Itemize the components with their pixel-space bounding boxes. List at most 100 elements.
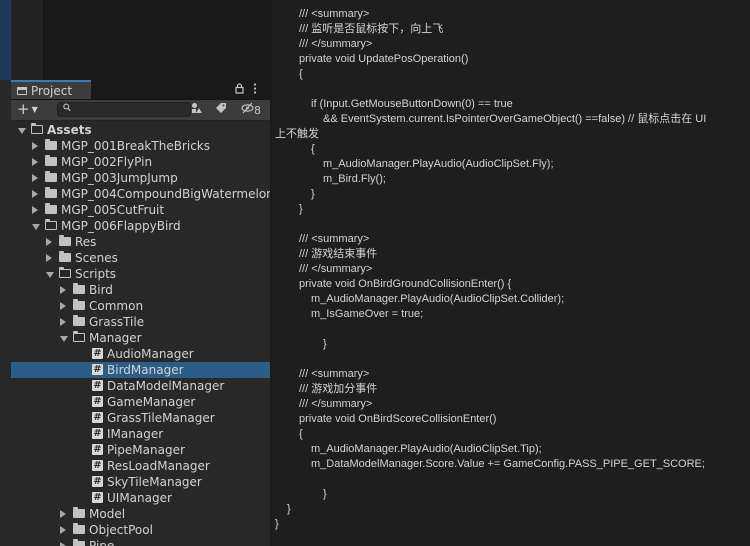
tree-item-label: MGP_002FlyPin bbox=[61, 155, 153, 169]
tree-item-label: DataModelManager bbox=[107, 379, 225, 393]
search-input[interactable] bbox=[74, 103, 184, 116]
folder-item[interactable]: Pipe bbox=[11, 538, 270, 546]
csharp-script-icon: # bbox=[92, 396, 103, 407]
scene-view-edge bbox=[0, 0, 11, 80]
script-item[interactable]: # GrassTileManager bbox=[11, 410, 270, 426]
folder-icon bbox=[45, 155, 57, 166]
expand-arrow-down-icon[interactable] bbox=[18, 128, 26, 134]
folder-open-icon bbox=[72, 330, 85, 342]
expand-arrow-right-icon[interactable] bbox=[60, 526, 66, 534]
csharp-script-icon: # bbox=[92, 348, 103, 359]
scene-view-area[interactable] bbox=[0, 0, 270, 80]
folder-item[interactable]: MGP_001BreakTheBricks bbox=[11, 138, 270, 154]
tree-item-label: GrassTileManager bbox=[107, 411, 215, 425]
folder-item[interactable]: ObjectPool bbox=[11, 522, 270, 538]
folder-item[interactable]: MGP_006FlappyBird bbox=[11, 218, 270, 234]
folder-item[interactable]: GrassTile bbox=[11, 314, 270, 330]
tree-item-label: MGP_004CompoundBigWatermelon bbox=[61, 187, 270, 201]
lock-icon[interactable] bbox=[235, 83, 244, 97]
code-line: if (Input.GetMouseButtonDown(0) == true bbox=[311, 98, 513, 110]
expand-arrow-right-icon[interactable] bbox=[60, 510, 66, 518]
csharp-script-icon: # bbox=[92, 428, 103, 439]
folder-icon bbox=[45, 171, 57, 182]
csharp-script-icon: # bbox=[92, 380, 103, 391]
expand-arrow-right-icon[interactable] bbox=[60, 286, 66, 294]
folder-item[interactable]: Res bbox=[11, 234, 270, 250]
script-item[interactable]: # UIManager bbox=[11, 490, 270, 506]
expand-arrow-down-icon[interactable] bbox=[60, 336, 68, 342]
eye-slash-icon bbox=[241, 102, 254, 114]
tree-item-label: Model bbox=[89, 507, 126, 521]
tree-item-label: ResLoadManager bbox=[107, 459, 210, 473]
expand-arrow-right-icon[interactable] bbox=[32, 158, 38, 166]
code-line: } bbox=[311, 188, 315, 200]
kebab-menu-icon[interactable] bbox=[253, 83, 257, 97]
folder-item[interactable]: MGP_005CutFruit bbox=[11, 202, 270, 218]
tree-item-label: MGP_001BreakTheBricks bbox=[61, 139, 210, 153]
script-item[interactable]: # DataModelManager bbox=[11, 378, 270, 394]
code-editor[interactable]: /// <summary> /// 监听是否鼠标按下，向上飞 /// </summa… bbox=[272, 0, 750, 546]
code-line: { bbox=[311, 143, 315, 155]
folder-item[interactable]: Scripts bbox=[11, 266, 270, 282]
expand-arrow-right-icon[interactable] bbox=[32, 190, 38, 198]
expand-arrow-right-icon[interactable] bbox=[32, 206, 38, 214]
search-by-label-icon[interactable] bbox=[215, 102, 227, 118]
folder-icon bbox=[45, 187, 57, 198]
folder-item[interactable]: Common bbox=[11, 298, 270, 314]
expand-arrow-down-icon[interactable] bbox=[32, 224, 40, 230]
script-item[interactable]: # BirdManager bbox=[11, 362, 270, 378]
code-line: /// <summary> bbox=[299, 8, 370, 20]
search-box[interactable] bbox=[57, 102, 191, 117]
script-item[interactable]: # ResLoadManager bbox=[11, 458, 270, 474]
expand-arrow-right-icon[interactable] bbox=[46, 254, 52, 262]
folder-open-icon bbox=[44, 218, 57, 230]
csharp-script-icon: # bbox=[92, 476, 103, 487]
expand-arrow-right-icon[interactable] bbox=[46, 238, 52, 246]
folder-item[interactable]: Model bbox=[11, 506, 270, 522]
tree-item-label: PipeManager bbox=[107, 443, 185, 457]
csharp-script-icon: # bbox=[92, 460, 103, 471]
tree-item-label: ObjectPool bbox=[89, 523, 153, 537]
dropdown-arrow-icon: ▼ bbox=[31, 105, 38, 114]
tree-item-label: MGP_006FlappyBird bbox=[61, 219, 181, 233]
folder-item[interactable]: MGP_003JumpJump bbox=[11, 170, 270, 186]
folder-item[interactable]: Scenes bbox=[11, 250, 270, 266]
script-item[interactable]: # IManager bbox=[11, 426, 270, 442]
folder-item[interactable]: Assets bbox=[11, 122, 270, 138]
expand-arrow-right-icon[interactable] bbox=[60, 542, 66, 546]
folder-item[interactable]: Bird bbox=[11, 282, 270, 298]
folder-open-icon bbox=[30, 122, 43, 134]
code-line: private void OnBirdGroundCollisionEnter(… bbox=[299, 278, 512, 290]
tab-project[interactable]: Project bbox=[11, 80, 91, 99]
csharp-script-icon: # bbox=[92, 412, 103, 423]
code-line: /// </summary> bbox=[299, 263, 373, 275]
folder-icon bbox=[73, 283, 85, 294]
script-item[interactable]: # SkyTileManager bbox=[11, 474, 270, 490]
expand-arrow-right-icon[interactable] bbox=[60, 318, 66, 326]
folder-icon bbox=[45, 203, 57, 214]
code-line: } bbox=[275, 518, 279, 530]
csharp-script-icon: # bbox=[92, 364, 103, 375]
code-line: m_IsGameOver = true; bbox=[311, 308, 424, 320]
tree-item-label: AudioManager bbox=[107, 347, 194, 361]
tree-item-label: Bird bbox=[89, 283, 113, 297]
expand-arrow-right-icon[interactable] bbox=[32, 142, 38, 150]
tree-item-label: IManager bbox=[107, 427, 164, 441]
script-item[interactable]: # GameManager bbox=[11, 394, 270, 410]
folder-icon bbox=[45, 139, 57, 150]
folder-item[interactable]: Manager bbox=[11, 330, 270, 346]
expand-arrow-down-icon[interactable] bbox=[46, 272, 54, 278]
hidden-packages-toggle[interactable]: 8 bbox=[241, 102, 261, 118]
folder-icon bbox=[59, 251, 71, 262]
search-by-type-icon[interactable] bbox=[191, 102, 203, 118]
expand-arrow-right-icon[interactable] bbox=[32, 174, 38, 182]
folder-item[interactable]: MGP_002FlyPin bbox=[11, 154, 270, 170]
tree-item-label: MGP_003JumpJump bbox=[61, 171, 178, 185]
create-asset-button[interactable]: + ▼ bbox=[17, 100, 38, 120]
script-item[interactable]: # AudioManager bbox=[11, 346, 270, 362]
tree-item-label: SkyTileManager bbox=[107, 475, 202, 489]
tree-item-label: MGP_005CutFruit bbox=[61, 203, 165, 217]
expand-arrow-right-icon[interactable] bbox=[60, 302, 66, 310]
script-item[interactable]: # PipeManager bbox=[11, 442, 270, 458]
folder-item[interactable]: MGP_004CompoundBigWatermelon bbox=[11, 186, 270, 202]
